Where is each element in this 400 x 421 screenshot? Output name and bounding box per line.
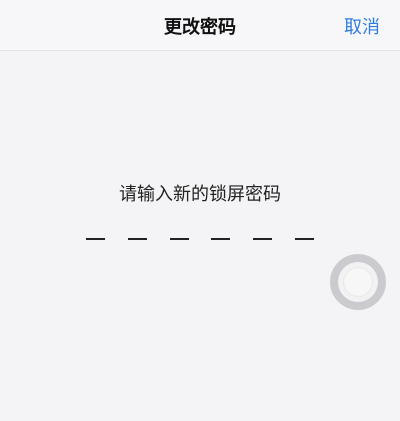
navigation-bar: 更改密码 取消 — [0, 0, 400, 51]
passcode-digit-slot — [253, 238, 273, 240]
passcode-input[interactable] — [86, 236, 314, 242]
passcode-digit-slot — [86, 238, 105, 240]
assistive-touch-button[interactable] — [330, 254, 386, 310]
change-passcode-screen: 更改密码 取消 请输入新的锁屏密码 — [0, 0, 400, 421]
passcode-digit-slot — [169, 238, 189, 240]
passcode-prompt: 请输入新的锁屏密码 — [119, 184, 281, 205]
passcode-digit-slot — [294, 238, 314, 240]
passcode-digit-slot — [127, 238, 147, 240]
cancel-button[interactable]: 取消 — [344, 13, 380, 39]
passcode-digit-slot — [211, 238, 231, 240]
assistive-touch-icon — [338, 262, 378, 302]
assistive-touch-icon-center — [343, 267, 373, 297]
page-title: 更改密码 — [164, 17, 236, 38]
